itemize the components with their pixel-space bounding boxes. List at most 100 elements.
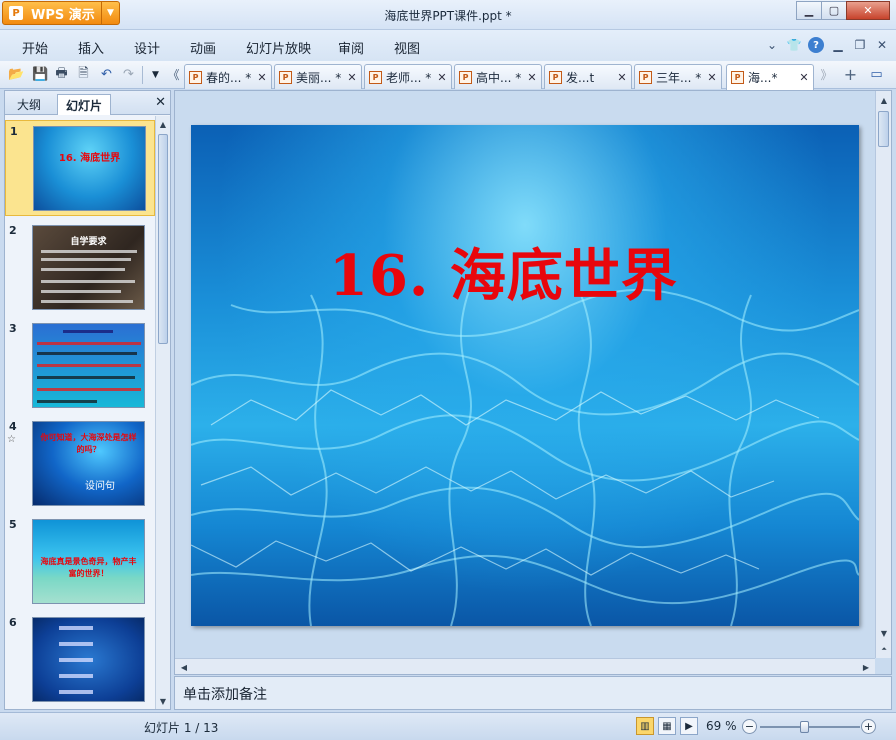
shirt-icon[interactable]: 👕	[786, 37, 802, 53]
scroll-down-icon[interactable]: ▼	[156, 694, 170, 708]
doc-tab-2[interactable]: P 美丽... * ✕	[274, 64, 362, 89]
new-tab-icon[interactable]: +	[842, 65, 859, 84]
doc-tab-1[interactable]: P 春的... * ✕	[184, 64, 272, 89]
tabs-scroll-left-icon[interactable]: 《	[165, 66, 182, 83]
doc-tab-3[interactable]: P 老师... * ✕	[364, 64, 452, 89]
editor-vertical-scrollbar[interactable]: ▲ ▼ ⏶	[875, 91, 891, 658]
scroll-right-icon[interactable]: ▶	[859, 660, 873, 674]
menu-review[interactable]: 审阅	[338, 38, 364, 57]
slide-number: 5	[9, 518, 17, 531]
menu-design[interactable]: 设计	[134, 38, 160, 57]
close-icon[interactable]: ✕	[874, 37, 890, 53]
prev-slide-icon[interactable]: ⏶	[877, 642, 891, 656]
toolbar-divider	[142, 66, 143, 84]
panel-close-icon[interactable]: ✕	[155, 95, 166, 110]
scrollbar-thumb[interactable]	[158, 134, 168, 344]
thumbnail-title: 自学要求	[70, 237, 107, 247]
window-list-icon[interactable]: ▭	[868, 66, 885, 83]
doc-tab-close-icon[interactable]: ✕	[525, 71, 539, 84]
doc-tab-close-icon[interactable]: ✕	[345, 71, 359, 84]
undo-icon[interactable]: ↶	[98, 66, 115, 83]
menu-insert[interactable]: 插入	[78, 38, 104, 57]
thumbnail-text-line	[59, 658, 93, 662]
doc-tab-close-icon[interactable]: ✕	[705, 71, 719, 84]
doc-tab-close-icon[interactable]: ✕	[797, 71, 811, 84]
thumbnail-text-line	[59, 690, 93, 694]
slide-sorter-icon[interactable]: ▦	[658, 717, 676, 735]
help-icon[interactable]: ?	[808, 37, 824, 53]
redo-icon[interactable]: ↷	[120, 66, 137, 83]
thumbnail-image: 16. 海底世界	[33, 126, 146, 211]
slideshow-icon[interactable]: ▶	[680, 717, 698, 735]
title-bar: P WPS 演示 ▼ 海底世界PPT课件.ppt * ▁ ▢ ✕	[0, 0, 896, 30]
maximize-button[interactable]: ▢	[821, 1, 847, 20]
scrollbar-thumb[interactable]	[878, 111, 889, 147]
zoom-slider-handle[interactable]	[800, 721, 809, 733]
normal-view-icon[interactable]: ▥	[636, 717, 654, 735]
thumbnail-title: 16. 海底世界	[58, 153, 121, 164]
menu-slideshow[interactable]: 幻灯片放映	[246, 38, 311, 57]
thumbnail-text-line	[41, 258, 131, 261]
slide-thumbnail-5[interactable]: 5 海底真是景色奇异，物产丰富的世界！	[5, 514, 155, 610]
status-bar: 幻灯片 1 / 13 ▥ ▦ ▶ 69 % − +	[0, 712, 896, 740]
minimize-icon[interactable]: ▁	[830, 37, 846, 53]
slide-thumbnail-6[interactable]: 6	[5, 612, 155, 708]
doc-tab-close-icon[interactable]: ✕	[435, 71, 449, 84]
slide-number: 6	[9, 616, 17, 629]
slide-thumbnail-1[interactable]: 1 16. 海底世界	[5, 120, 155, 216]
ppt-file-icon: P	[549, 70, 562, 84]
thumbnail-title: 海底真是景色奇异，物产丰富的世界！	[40, 557, 137, 578]
print-preview-icon[interactable]: 🗎	[75, 66, 92, 83]
doc-tab-7-active[interactable]: P 海...* ✕	[726, 64, 814, 90]
save-icon[interactable]: 💾	[32, 66, 49, 83]
scroll-up-icon[interactable]: ▲	[156, 117, 170, 131]
close-button[interactable]: ✕	[846, 1, 890, 20]
notes-pane[interactable]: 单击添加备注	[174, 676, 892, 710]
doc-tab-close-icon[interactable]: ✕	[255, 71, 269, 84]
slides-panel-scrollbar[interactable]: ▲ ▼	[155, 116, 170, 709]
current-slide[interactable]: 16. 海底世界	[191, 125, 859, 626]
restore-icon[interactable]: ❐	[852, 37, 868, 53]
thumbnail-image	[32, 617, 145, 702]
doc-tab-5[interactable]: P 发...t ✕	[544, 64, 632, 89]
doc-tab-label: 三年... *	[656, 70, 702, 85]
slide-count: 幻灯片 1 / 13	[144, 721, 219, 735]
dropdown-icon[interactable]: ▼	[147, 66, 164, 83]
ppt-file-icon: P	[731, 71, 744, 84]
editor-horizontal-scrollbar[interactable]: ◀ ▶	[175, 658, 875, 674]
menu-animation[interactable]: 动画	[190, 38, 216, 57]
doc-tab-close-icon[interactable]: ✕	[615, 71, 629, 84]
slide-thumbnail-3[interactable]: 3	[5, 318, 155, 414]
thumbnail-image: 海底真是景色奇异，物产丰富的世界！	[32, 519, 145, 604]
zoom-in-button[interactable]: +	[861, 719, 876, 734]
zoom-out-button[interactable]: −	[742, 719, 757, 734]
print-icon[interactable]: 🖶	[53, 66, 70, 83]
tabs-scroll-right-icon[interactable]: 》	[818, 66, 835, 83]
thumbnail-text-line	[37, 388, 141, 391]
menu-view[interactable]: 视图	[394, 38, 420, 57]
ppt-file-icon: P	[639, 70, 652, 84]
thumbnail-text-line	[37, 376, 135, 379]
thumbnail-subtitle: 设问句	[85, 481, 115, 492]
window-title: 海底世界PPT课件.ppt *	[384, 9, 512, 23]
tab-slides[interactable]: 幻灯片	[57, 94, 112, 115]
ppt-file-icon: P	[369, 70, 382, 84]
tab-outline[interactable]: 大纲	[9, 94, 49, 115]
zoom-slider[interactable]	[760, 721, 860, 733]
slide-thumbnail-4[interactable]: 4 ☆ 你可知道，大海深处是怎样的吗？ 设问句	[5, 416, 155, 512]
menu-home[interactable]: 开始	[22, 38, 48, 57]
doc-tab-4[interactable]: P 高中... * ✕	[454, 64, 542, 89]
slide-number: 2	[9, 224, 17, 237]
open-folder-icon[interactable]: 📂	[8, 66, 25, 83]
thumbnail-text-line	[59, 674, 93, 678]
doc-tab-label: 发...t	[566, 70, 595, 85]
doc-tab-6[interactable]: P 三年... * ✕	[634, 64, 722, 89]
chevron-down-icon[interactable]: ⌄	[764, 37, 780, 53]
slide-thumbnail-2[interactable]: 2 自学要求	[5, 220, 155, 316]
minimize-button[interactable]: ▁	[796, 1, 822, 20]
scroll-up-icon[interactable]: ▲	[877, 93, 891, 107]
scroll-down-icon[interactable]: ▼	[877, 626, 891, 640]
thumbnail-text-line	[63, 330, 113, 333]
scroll-left-icon[interactable]: ◀	[177, 660, 191, 674]
slide-title[interactable]: 16. 海底世界	[191, 231, 859, 312]
